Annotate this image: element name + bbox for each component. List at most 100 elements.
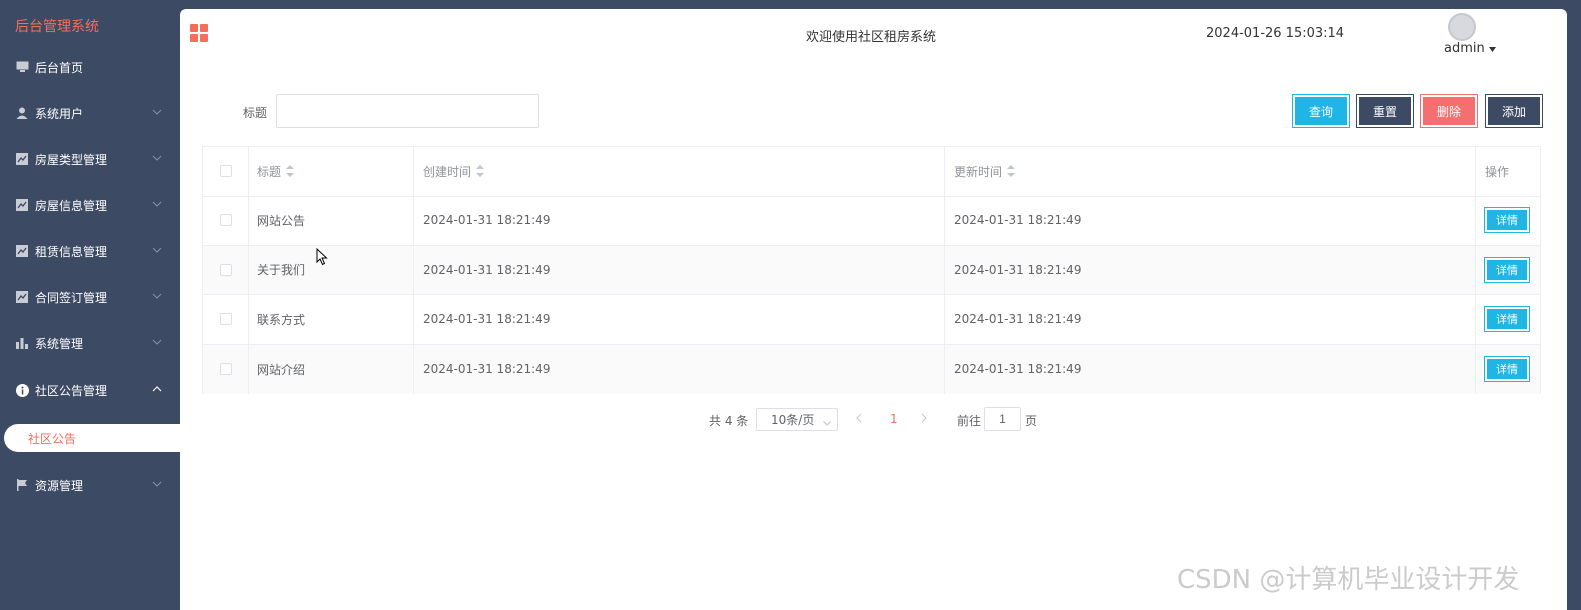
page-title: 欢迎使用社区租房系统 (806, 30, 937, 45)
row-checkbox[interactable] (219, 313, 232, 326)
row-checkbox[interactable] (219, 214, 232, 227)
cell-title: 关于我们 (249, 245, 414, 294)
header-title-label: 标题 (257, 164, 282, 179)
avatar[interactable] (1448, 13, 1476, 41)
header-updated[interactable]: 更新时间 (945, 147, 1476, 196)
chevron-down-icon (151, 198, 163, 210)
detail-button[interactable]: 详情 (1485, 307, 1529, 332)
user-name: admin (1444, 41, 1485, 56)
cell-updated: 2024-01-31 18:21:49 (945, 196, 1476, 245)
user-icon (15, 106, 29, 120)
cell-created: 2024-01-31 18:21:49 (414, 344, 945, 394)
sidebar-item-rental-info[interactable]: 租赁信息管理 (0, 228, 181, 274)
sidebar-item-label: 系统用户 (35, 106, 84, 121)
sidebar-item-label: 合同签订管理 (35, 290, 108, 305)
submenu-item-community-notice[interactable]: 社区公告 (4, 424, 181, 452)
user-menu[interactable]: admin (1444, 41, 1496, 56)
page-suffix: 页 (1025, 414, 1038, 428)
top-header: 欢迎使用社区租房系统 2024-01-26 15:03:14 admin (180, 9, 1567, 64)
sidebar-item-label: 资源管理 (35, 478, 84, 493)
row-select-cell (203, 295, 249, 344)
cell-updated: 2024-01-31 18:21:49 (945, 344, 1476, 394)
grid-menu-icon[interactable] (190, 24, 208, 42)
sidebar-item-label: 后台首页 (35, 60, 84, 75)
sidebar: 后台管理系统 后台首页 系统用户 房屋类型管理 房屋信息管理 租赁信息管理 合同… (0, 0, 181, 610)
sidebar-item-announcement[interactable]: 社区公告管理 (0, 367, 181, 413)
cell-updated: 2024-01-31 18:21:49 (945, 245, 1476, 294)
cell-created: 2024-01-31 18:21:49 (414, 245, 945, 294)
sidebar-item-resources[interactable]: 资源管理 (0, 462, 181, 508)
add-button[interactable]: 添加 (1486, 95, 1542, 127)
table-row: 关于我们 2024-01-31 18:21:49 2024-01-31 18:2… (203, 245, 1540, 295)
sidebar-item-house-type[interactable]: 房屋类型管理 (0, 136, 181, 182)
caret-down-icon (1488, 41, 1496, 56)
header-title[interactable]: 标题 (249, 147, 414, 196)
delete-button[interactable]: 删除 (1421, 95, 1477, 127)
query-button[interactable]: 查询 (1293, 95, 1349, 127)
detail-button[interactable]: 详情 (1485, 357, 1529, 382)
select-all-cell (203, 147, 249, 196)
current-datetime: 2024-01-26 15:03:14 (1206, 26, 1345, 41)
page-size-select[interactable]: 10条/页 (756, 408, 838, 431)
table-header-row: 标题 创建时间 更新时间 操作 (203, 147, 1540, 197)
row-checkbox[interactable] (219, 363, 232, 376)
cell-updated: 2024-01-31 18:21:49 (945, 295, 1476, 344)
monitor-icon (15, 60, 29, 74)
cell-op: 详情 (1476, 295, 1540, 344)
cell-created: 2024-01-31 18:21:49 (414, 295, 945, 344)
sidebar-item-system-manage[interactable]: 系统管理 (0, 320, 181, 366)
header-created[interactable]: 创建时间 (414, 147, 945, 196)
mouse-cursor-icon (316, 247, 328, 269)
search-label: 标题 (243, 106, 268, 120)
chevron-down-icon (151, 106, 163, 118)
sidebar-item-house-info[interactable]: 房屋信息管理 (0, 182, 181, 228)
sidebar-item-label: 系统管理 (35, 336, 84, 351)
detail-button[interactable]: 详情 (1485, 208, 1529, 233)
header-created-label: 创建时间 (423, 164, 472, 179)
sidebar-item-system-users[interactable]: 系统用户 (0, 90, 181, 136)
chevron-down-icon (151, 336, 163, 348)
page-number-current[interactable]: 1 (890, 412, 898, 426)
main-panel: 欢迎使用社区租房系统 2024-01-26 15:03:14 admin 标题 … (180, 9, 1567, 610)
page-size-value: 10条/页 (771, 413, 815, 427)
sidebar-item-label: 房屋信息管理 (35, 198, 108, 213)
cell-op: 详情 (1476, 196, 1540, 245)
sidebar-item-home[interactable]: 后台首页 (0, 44, 181, 90)
chevron-down-icon (151, 244, 163, 256)
brand-title: 后台管理系统 (15, 19, 99, 35)
pagination-total: 共 4 条 (709, 414, 749, 428)
sidebar-item-label: 租赁信息管理 (35, 244, 108, 259)
detail-button[interactable]: 详情 (1485, 257, 1529, 282)
chevron-down-icon (151, 152, 163, 164)
sort-icon[interactable] (286, 165, 295, 178)
goto-page-input[interactable] (984, 407, 1021, 431)
bar-chart-icon (15, 336, 29, 350)
select-all-checkbox[interactable] (219, 165, 232, 178)
flag-icon (15, 478, 29, 492)
info-icon (15, 383, 29, 397)
chevron-down-icon (151, 290, 163, 302)
row-select-cell (203, 196, 249, 245)
title-search-input[interactable] (276, 94, 539, 128)
chevron-down-icon (823, 415, 831, 429)
header-updated-label: 更新时间 (954, 164, 1003, 179)
prev-page-icon[interactable] (856, 412, 862, 426)
chart-icon (15, 290, 29, 304)
row-select-cell (203, 344, 249, 394)
chevron-up-icon (151, 383, 163, 395)
header-op: 操作 (1485, 164, 1510, 179)
goto-label: 前往 (957, 414, 982, 428)
table-row: 联系方式 2024-01-31 18:21:49 2024-01-31 18:2… (203, 295, 1540, 345)
sort-icon[interactable] (476, 165, 485, 178)
sidebar-item-contract[interactable]: 合同签订管理 (0, 274, 181, 320)
row-checkbox[interactable] (219, 263, 232, 276)
table-row: 网站公告 2024-01-31 18:21:49 2024-01-31 18:2… (203, 196, 1540, 246)
table-row: 网站介绍 2024-01-31 18:21:49 2024-01-31 18:2… (203, 344, 1540, 394)
sort-icon[interactable] (1007, 165, 1016, 178)
next-page-icon[interactable] (921, 412, 927, 426)
cell-op: 详情 (1476, 246, 1540, 295)
chart-icon (15, 244, 29, 258)
data-table: 标题 创建时间 更新时间 操作 网站公告 2024-01-31 18:21:49… (202, 146, 1541, 394)
reset-button[interactable]: 重置 (1357, 95, 1413, 127)
sidebar-item-label: 房屋类型管理 (35, 152, 108, 167)
